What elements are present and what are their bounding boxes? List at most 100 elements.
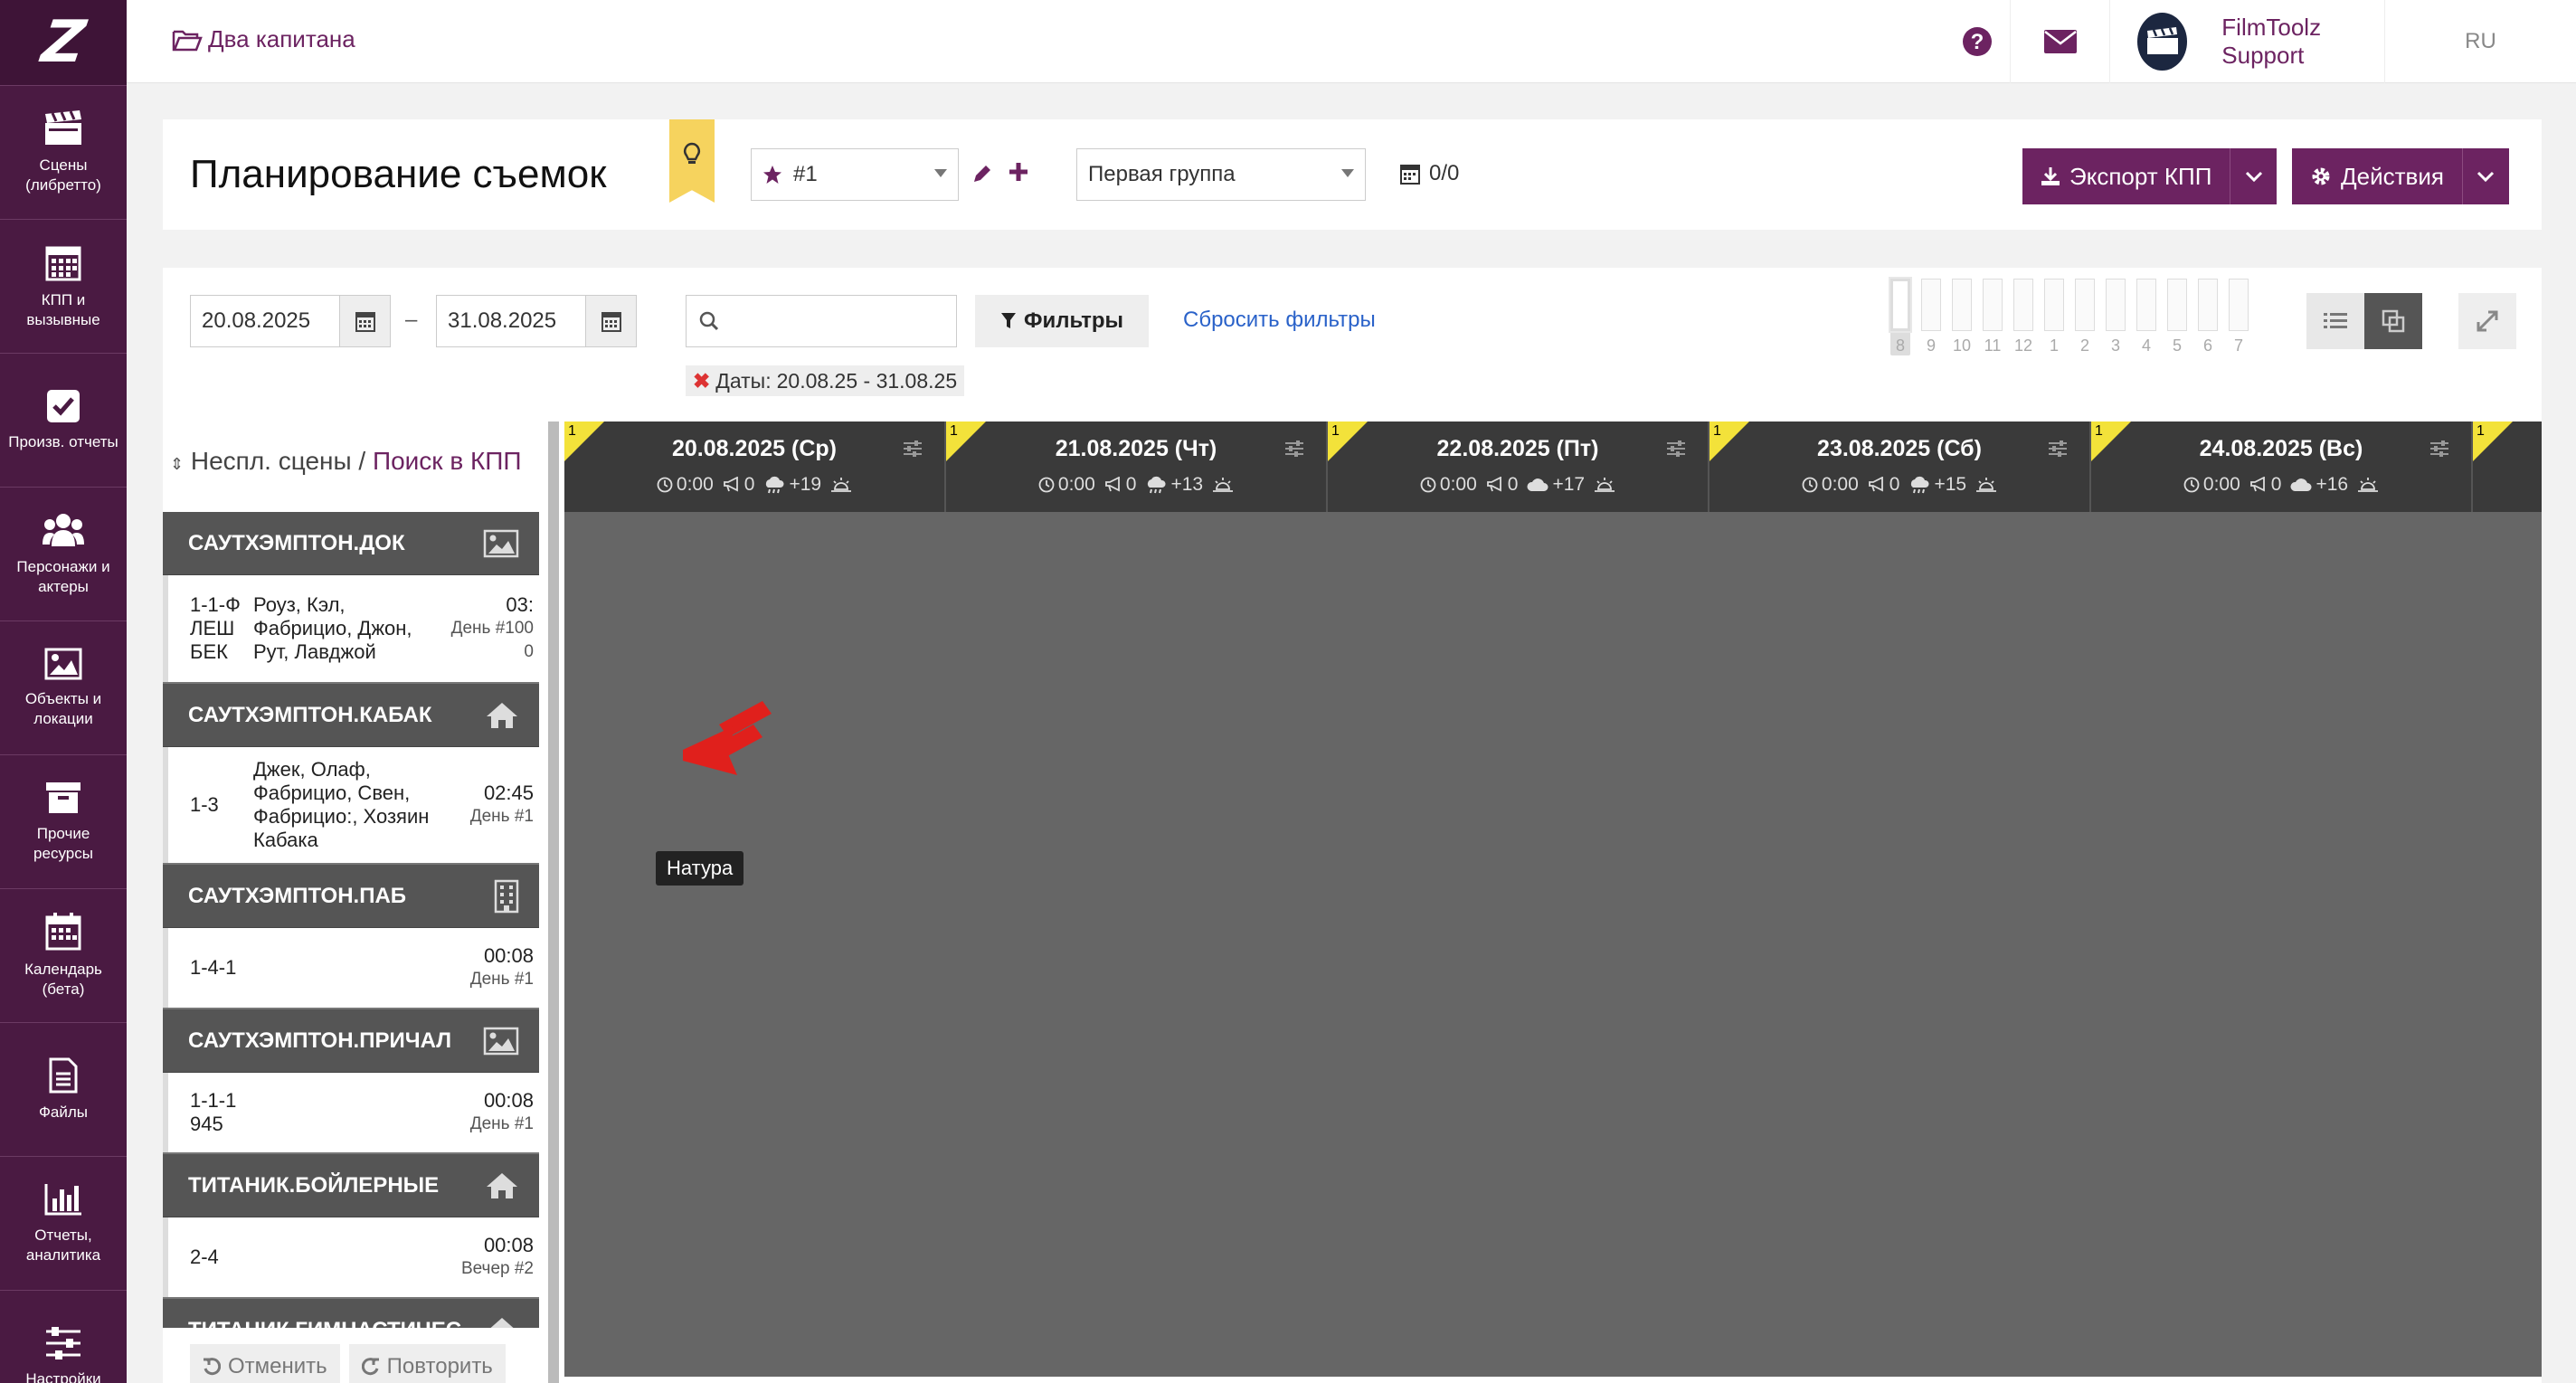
- calendar-icon[interactable]: [339, 296, 390, 346]
- unplanned-scenes-label[interactable]: Неспл. сцены: [191, 447, 352, 475]
- svg-text:?: ?: [1971, 30, 1984, 54]
- app-logo[interactable]: Z: [0, 0, 127, 86]
- group-select[interactable]: Первая группа: [1076, 148, 1366, 201]
- edit-version-button[interactable]: [971, 163, 993, 185]
- filters-button[interactable]: Фильтры: [975, 295, 1149, 347]
- day-time: 0:00: [1439, 474, 1477, 495]
- location-header[interactable]: САУТХЭМПТОН.ДОК: [163, 512, 539, 575]
- location-header[interactable]: ТИТАНИК.БОЙЛЕРНЫЕ: [163, 1154, 539, 1217]
- export-dropdown-toggle[interactable]: [2230, 148, 2277, 204]
- messages-button[interactable]: [2010, 0, 2109, 83]
- location-name: САУТХЭМПТОН.КАБАК: [188, 702, 432, 727]
- language-switch[interactable]: RU: [2384, 0, 2576, 83]
- location-header[interactable]: САУТХЭМПТОН.ПРИЧАЛ: [163, 1009, 539, 1073]
- undo-button[interactable]: Отменить: [190, 1344, 340, 1383]
- checkbox-icon: [46, 389, 80, 423]
- date-to-field[interactable]: 31.08.2025: [436, 295, 637, 347]
- tips-bookmark[interactable]: [669, 119, 715, 203]
- reset-filters-link[interactable]: Сбросить фильтры: [1183, 308, 1376, 333]
- date-from-field[interactable]: 20.08.2025: [190, 295, 391, 347]
- hour-slot[interactable]: 1: [2044, 279, 2064, 355]
- sliders-icon[interactable]: [1284, 440, 1304, 458]
- scene-card[interactable]: 1-1-Ф ЛЕШ БЕК Роуз, Кэл, Фабрицио, Джон, …: [163, 575, 539, 682]
- planning-header: Планирование съемок #1 Первая группа 0/0…: [163, 119, 2542, 230]
- scrollbar[interactable]: [548, 422, 559, 1383]
- day-weather-stat: +15: [1908, 474, 1966, 496]
- sliders-icon[interactable]: [903, 440, 923, 458]
- search-input[interactable]: [686, 295, 957, 347]
- scene-day: Вечер #2: [460, 1259, 534, 1278]
- day-column-header[interactable]: 1 23.08.2025 (Сб) 0:00 0 +15: [1709, 422, 2091, 512]
- export-main[interactable]: Экспорт КПП: [2022, 148, 2230, 204]
- scene-card[interactable]: 1-1-1 945 00:08 День #1: [163, 1073, 539, 1152]
- hour-slot[interactable]: 2: [2075, 279, 2095, 355]
- location-header[interactable]: ТИТАНИК.ГИМНАСТИЧЕС: [163, 1299, 539, 1328]
- search-kpp-link[interactable]: Поиск в КПП: [373, 447, 522, 475]
- undo-icon: [203, 1358, 221, 1376]
- day-column-header[interactable]: 1 20.08.2025 (Ср) 0:00 0 +19: [564, 422, 946, 512]
- sliders-icon[interactable]: [2429, 440, 2449, 458]
- funnel-icon: [1000, 312, 1017, 330]
- location-name: ТИТАНИК.БОЙЛЕРНЫЕ: [188, 1172, 440, 1198]
- sunrise-icon: [1212, 474, 1234, 496]
- actions-dropdown-toggle[interactable]: [2461, 148, 2509, 204]
- scene-card[interactable]: 1-4-1 00:08 День #1: [163, 928, 539, 1008]
- hour-slot-label: 11: [1984, 336, 2002, 355]
- day-column-header[interactable]: 1 22.08.2025 (Пт) 0:00 0 +17: [1328, 422, 1709, 512]
- calendar-drop-area[interactable]: [564, 512, 2542, 1377]
- sidebar-item-reports[interactable]: Произв. отчеты: [0, 354, 127, 488]
- location-header[interactable]: САУТХЭМПТОН.ПАБ: [163, 865, 539, 928]
- sidebar-item-analytics[interactable]: Отчеты, аналитика: [0, 1157, 127, 1291]
- hour-slot[interactable]: 12: [2013, 279, 2033, 355]
- sidebar-item-locations[interactable]: Объекты и локации: [0, 621, 127, 755]
- day-column-header[interactable]: 1 21.08.2025 (Чт) 0:00 0 +13: [946, 422, 1328, 512]
- day-date: 21.08.2025 (Чт): [1055, 436, 1217, 461]
- hour-slot[interactable]: 7: [2229, 279, 2249, 355]
- rain-cloud-icon: [763, 476, 785, 494]
- redo-button[interactable]: Повторить: [348, 1344, 506, 1383]
- day-column-header[interactable]: 1 24.08.2025 (Вс) 0:00 0 +16: [2091, 422, 2473, 512]
- help-button[interactable]: ?: [1936, 0, 2019, 83]
- board-view-button[interactable]: [2364, 293, 2422, 349]
- user-menu[interactable]: FilmToolz Support: [2109, 0, 2384, 83]
- sidebar-item-resources[interactable]: Прочие ресурсы: [0, 755, 127, 889]
- sidebar-item-settings[interactable]: Настройки: [0, 1291, 127, 1383]
- hour-slot[interactable]: 10: [1952, 279, 1972, 355]
- sidebar-item-files[interactable]: Файлы: [0, 1023, 127, 1157]
- location-header[interactable]: САУТХЭМПТОН.КАБАК: [163, 684, 539, 747]
- hour-slot[interactable]: 5: [2167, 279, 2187, 355]
- hour-slot[interactable]: 9: [1921, 279, 1941, 355]
- hour-slot[interactable]: 6: [2198, 279, 2218, 355]
- house-icon: [485, 1316, 519, 1328]
- day-column-header[interactable]: 1: [2473, 422, 2545, 512]
- day-stats: 0:00 0 +13: [946, 474, 1326, 496]
- actions-main[interactable]: Действия: [2292, 148, 2462, 204]
- scene-card[interactable]: 2-4 00:08 Вечер #2: [163, 1217, 539, 1297]
- hour-slot-label: 2: [2079, 336, 2089, 355]
- remove-chip-icon[interactable]: ✖: [693, 369, 710, 393]
- version-select[interactable]: #1: [751, 148, 959, 201]
- project-link[interactable]: Два капитана: [172, 25, 355, 53]
- sliders-icon[interactable]: [2048, 440, 2068, 458]
- add-version-button[interactable]: [1008, 161, 1029, 183]
- hour-slot[interactable]: 11: [1983, 279, 2003, 355]
- scene-day: День #1: [469, 1114, 534, 1133]
- hour-slot[interactable]: 3: [2106, 279, 2126, 355]
- hour-slot[interactable]: 8: [1890, 279, 1910, 355]
- sliders-icon[interactable]: [1666, 440, 1686, 458]
- download-icon: [2041, 166, 2060, 186]
- sidebar-item-kpp[interactable]: КПП и вызывные: [0, 220, 127, 354]
- actions-button[interactable]: Действия: [2292, 148, 2509, 204]
- calendar-icon[interactable]: [585, 296, 636, 346]
- sidebar-item-characters[interactable]: Персонажи и актеры: [0, 488, 127, 621]
- day-shots: 0: [743, 474, 755, 495]
- list-view-button[interactable]: [2306, 293, 2364, 349]
- sidebar-item-scenes[interactable]: Сцены (либретто): [0, 86, 127, 220]
- undo-redo-bar: Отменить Повторить: [190, 1344, 506, 1383]
- sort-icon[interactable]: ⇕: [170, 455, 184, 473]
- export-kpp-button[interactable]: Экспорт КПП: [2022, 148, 2278, 204]
- sidebar-item-calendar[interactable]: Календарь (бета): [0, 889, 127, 1023]
- fullscreen-button[interactable]: [2458, 293, 2516, 349]
- hour-slot[interactable]: 4: [2136, 279, 2156, 355]
- scene-card[interactable]: 1-3 Джек, Олаф, Фабрицио, Свен, Фабрицио:…: [163, 747, 539, 863]
